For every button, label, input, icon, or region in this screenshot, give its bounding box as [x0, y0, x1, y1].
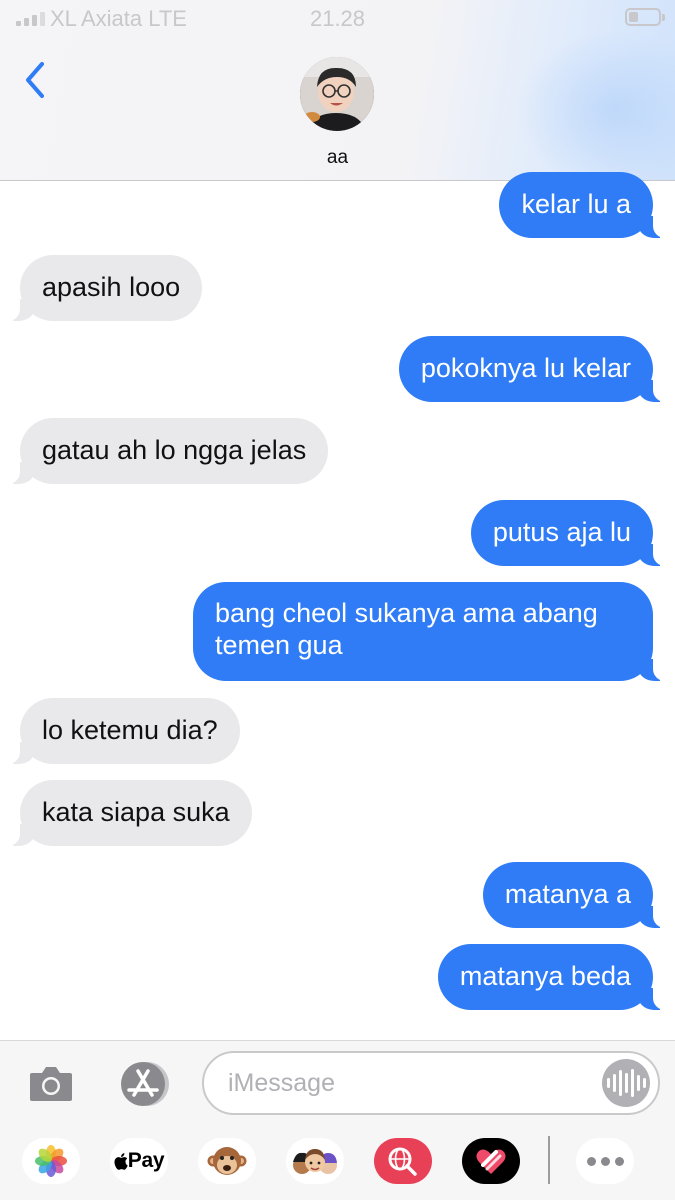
- composer-bar: iMessage: [0, 1040, 675, 1129]
- message-sent[interactable]: matanya beda: [437, 944, 675, 1010]
- message-input[interactable]: iMessage: [202, 1051, 660, 1115]
- app-store-icon: [121, 1062, 169, 1106]
- message-received[interactable]: lo ketemu dia?: [0, 698, 240, 764]
- contact-avatar[interactable]: [300, 57, 374, 131]
- chevron-left-icon: [26, 62, 44, 98]
- status-bar: XL Axiata LTE 21.28: [0, 0, 675, 38]
- message-sent[interactable]: pokoknya lu kelar: [398, 336, 675, 402]
- contact-name[interactable]: aa: [0, 147, 675, 169]
- message-sent[interactable]: matanya a: [482, 862, 675, 928]
- photos-app-button[interactable]: [22, 1138, 80, 1184]
- app-drawer-divider: [548, 1136, 550, 1184]
- web-search-button[interactable]: [374, 1138, 432, 1184]
- message-sent[interactable]: kelar lu a: [499, 172, 675, 238]
- message-received[interactable]: apasih looo: [0, 255, 203, 321]
- audio-message-button[interactable]: [602, 1059, 650, 1107]
- more-apps-button[interactable]: [576, 1138, 634, 1184]
- memoji-stickers-icon: [293, 1149, 337, 1174]
- monkey-animoji-icon: [207, 1147, 247, 1175]
- app-drawer: Pay: [0, 1128, 675, 1200]
- camera-button[interactable]: [28, 1063, 74, 1103]
- conversation-header: XL Axiata LTE 21.28 aa: [0, 0, 675, 181]
- more-icon: [586, 1156, 624, 1166]
- battery-icon: [625, 8, 665, 26]
- apple-pay-label: Pay: [127, 1149, 165, 1172]
- message-input-placeholder: iMessage: [228, 1069, 335, 1097]
- message-sent[interactable]: bang cheol sukanya ama abang temen gua: [193, 582, 675, 681]
- camera-icon: [30, 1067, 72, 1101]
- memoji-stickers-button[interactable]: [286, 1138, 344, 1184]
- message-received[interactable]: gatau ah lo ngga jelas: [0, 418, 329, 484]
- digital-touch-icon: [462, 1138, 520, 1184]
- message-received[interactable]: kata siapa suka: [0, 780, 252, 846]
- apple-pay-button[interactable]: Pay: [110, 1138, 168, 1184]
- message-sent[interactable]: putus aja lu: [470, 500, 675, 566]
- back-button[interactable]: [18, 58, 58, 102]
- avatar-photo: [300, 57, 374, 131]
- web-search-icon: [374, 1138, 432, 1184]
- apple-logo-icon: [114, 1153, 128, 1170]
- status-time: 21.28: [309, 6, 366, 31]
- animoji-button[interactable]: [198, 1138, 256, 1184]
- photos-icon: [35, 1145, 67, 1177]
- digital-touch-button[interactable]: [462, 1138, 520, 1184]
- app-store-button[interactable]: [114, 1059, 172, 1109]
